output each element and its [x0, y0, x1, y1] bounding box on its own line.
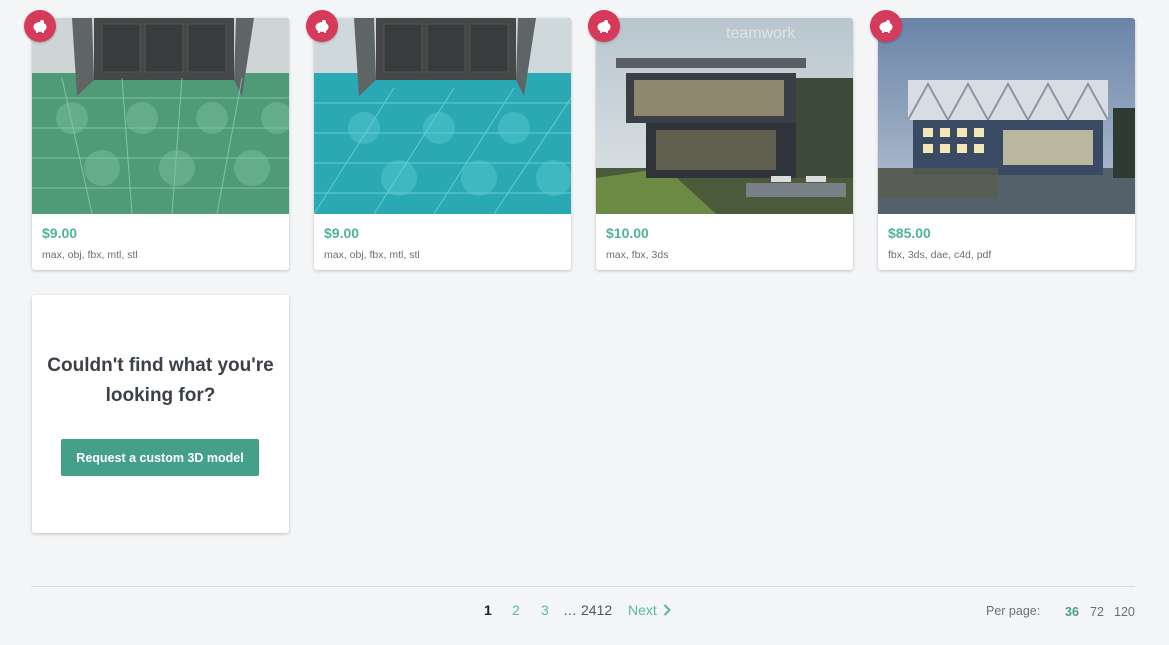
- product-formats: fbx, 3ds, dae, c4d, pdf: [888, 249, 992, 261]
- per-page-option[interactable]: 72: [1090, 605, 1104, 619]
- request-custom-model-card: Couldn't find what you're looking for? R…: [32, 295, 289, 533]
- piggy-bank-icon: [588, 10, 620, 42]
- product-card[interactable]: teamwork $10.00 max, fbx, 3ds: [588, 10, 853, 270]
- pagination-next-label: Next: [628, 602, 657, 618]
- request-title: Couldn't find what you're looking for?: [47, 355, 274, 406]
- product-card[interactable]: $85.00 fbx, 3ds, dae, c4d, pdf: [870, 10, 1135, 270]
- product-thumbnail[interactable]: teamwork: [596, 18, 853, 214]
- piggy-bank-icon: [306, 10, 338, 42]
- pagination-last-page[interactable]: 2412: [581, 602, 612, 618]
- pagination-current-page: 1: [484, 602, 492, 618]
- product-thumbnail[interactable]: [878, 18, 1135, 214]
- pagination-next-link[interactable]: Next: [628, 602, 671, 618]
- divider: [31, 586, 1135, 587]
- per-page-option-selected[interactable]: 36: [1065, 605, 1079, 619]
- product-thumbnail[interactable]: [32, 18, 289, 214]
- product-formats: max, obj, fbx, mtl, stl: [324, 249, 420, 261]
- product-price: $9.00: [42, 225, 78, 241]
- product-price: $9.00: [324, 225, 360, 241]
- svg-text:teamwork: teamwork: [726, 25, 796, 42]
- per-page-label: Per page:: [986, 604, 1041, 618]
- product-card[interactable]: $9.00 max, obj, fbx, mtl, stl: [24, 10, 289, 270]
- piggy-bank-icon: [870, 10, 902, 42]
- per-page-option[interactable]: 120: [1114, 605, 1135, 619]
- pagination-ellipsis: …: [563, 602, 577, 618]
- product-price: $10.00: [606, 225, 649, 241]
- chevron-right-icon: [663, 604, 671, 616]
- product-price: $85.00: [888, 225, 931, 241]
- product-card[interactable]: $9.00 max, obj, fbx, mtl, stl: [306, 10, 571, 270]
- product-formats: max, obj, fbx, mtl, stl: [42, 249, 138, 261]
- piggy-bank-icon: [24, 10, 56, 42]
- request-custom-model-button[interactable]: Request a custom 3D model: [61, 439, 259, 476]
- pagination-page-link[interactable]: 3: [541, 602, 549, 618]
- product-thumbnail[interactable]: [314, 18, 571, 214]
- product-formats: max, fbx, 3ds: [606, 249, 669, 261]
- pagination-page-link[interactable]: 2: [512, 602, 520, 618]
